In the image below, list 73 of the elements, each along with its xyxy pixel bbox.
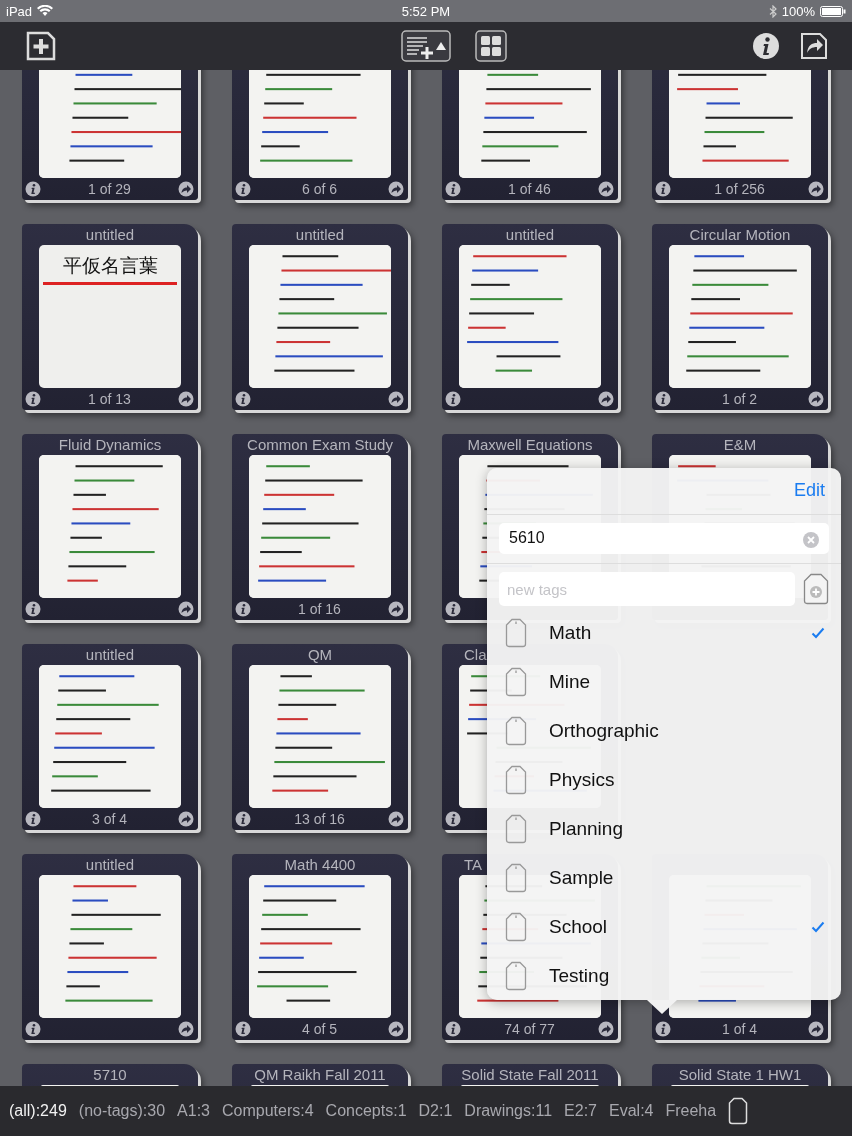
note-title: untitled — [85, 226, 135, 243]
note-card[interactable]: 1 of 46 — [442, 70, 618, 200]
note-card[interactable]: QM 13 of 16 — [232, 644, 408, 830]
tag-item[interactable]: Physics — [487, 755, 841, 804]
note-card[interactable]: Math 4400 4 of 5 — [232, 854, 408, 1040]
note-title: Solid State 1 HW1 — [678, 1066, 802, 1083]
note-title: Common Exam Study — [247, 436, 393, 453]
page-count: 3 of 4 — [92, 811, 127, 827]
note-card[interactable]: untitled — [232, 224, 408, 410]
note-title: Circular Motion — [689, 226, 791, 243]
tag-item[interactable]: Sample — [487, 853, 841, 902]
note-card[interactable]: untitled 平仮名言葉 1 of 13 — [22, 224, 198, 410]
note-title: QM — [307, 646, 333, 663]
clock: 5:52 PM — [401, 3, 451, 19]
battery-percent: 100% — [781, 3, 815, 19]
page-count: 1 of 4 — [722, 1021, 757, 1037]
tag-filter[interactable]: D2:1 — [418, 1102, 453, 1120]
note-card[interactable]: Solid State 1 HW1 — [652, 1064, 828, 1086]
page-count: 1 of 2 — [722, 391, 757, 407]
new-tag-field[interactable]: new tags — [499, 572, 795, 606]
tag-filter[interactable]: Eval:4 — [609, 1102, 654, 1120]
note-title: untitled — [295, 226, 345, 243]
page-count: 1 of 16 — [298, 601, 341, 617]
tag-filter[interactable]: A1:3 — [177, 1102, 210, 1120]
tag-filter[interactable]: Freeha — [665, 1102, 717, 1120]
note-card[interactable]: QM Raikh Fall 2011 — [232, 1064, 408, 1086]
page-count: 74 of 77 — [504, 1021, 555, 1037]
note-card[interactable]: 5710 — [22, 1064, 198, 1086]
tag-item[interactable]: Math — [487, 608, 841, 657]
tag-filter[interactable]: Concepts:1 — [325, 1102, 407, 1120]
page-count: 1 of 29 — [88, 181, 131, 197]
note-title: untitled — [505, 226, 555, 243]
page-count: 1 of 46 — [508, 181, 551, 197]
note-card[interactable]: 1 of 256 — [652, 70, 828, 200]
tag-item[interactable]: Planning — [487, 804, 841, 853]
page-count: 13 of 16 — [294, 811, 345, 827]
note-title: Cla — [464, 646, 487, 663]
tag-filter[interactable]: (no-tags):30 — [78, 1102, 166, 1120]
note-heading: 平仮名言葉 — [62, 254, 158, 278]
note-card[interactable]: Solid State Fall 2011 — [442, 1064, 618, 1086]
tag-item[interactable]: Orthographic — [487, 706, 841, 755]
page-count: 4 of 5 — [302, 1021, 337, 1037]
tag-filter[interactable]: (all):249 — [9, 1102, 67, 1120]
note-title: untitled — [85, 856, 135, 873]
note-title: Math 4400 — [284, 856, 356, 873]
note-title: 5710 — [93, 1066, 127, 1083]
page-count: 1 of 256 — [714, 181, 765, 197]
tag-filter[interactable]: Computers:4 — [222, 1102, 314, 1120]
edit-button[interactable]: Edit — [793, 480, 825, 502]
tag-item[interactable]: School — [487, 902, 841, 951]
tag-item[interactable]: Mine — [487, 657, 841, 706]
note-title: Solid State Fall 2011 — [461, 1066, 599, 1083]
tag-item[interactable]: Testing — [487, 951, 841, 1000]
device-name: iPad — [6, 3, 33, 19]
note-title: Maxwell Equations — [467, 436, 593, 453]
page-count: 1 of 13 — [88, 391, 131, 407]
note-title: untitled — [85, 646, 135, 663]
note-card[interactable]: untitled — [442, 224, 618, 410]
note-card[interactable]: 6 of 6 — [232, 70, 408, 200]
note-card[interactable]: untitled — [22, 854, 198, 1040]
tag-filter[interactable]: Drawings:11 — [464, 1102, 553, 1120]
note-title: QM Raikh Fall 2011 — [254, 1066, 386, 1083]
page-count: 6 of 6 — [302, 181, 337, 197]
note-card[interactable]: Common Exam Study 1 of 16 — [232, 434, 408, 620]
note-title: E&M — [723, 436, 757, 453]
search-field[interactable]: 5610 — [499, 522, 829, 554]
note-card[interactable]: Circular Motion 1 of 2 — [652, 224, 828, 410]
note-title: TA — [464, 856, 483, 873]
note-title: Fluid Dynamics — [58, 436, 162, 453]
note-card[interactable]: untitled 3 of 4 — [22, 644, 198, 830]
note-card[interactable]: 1 of 29 — [22, 70, 198, 200]
note-card[interactable]: Fluid Dynamics — [22, 434, 198, 620]
tag-filter[interactable]: E2:7 — [564, 1102, 597, 1120]
